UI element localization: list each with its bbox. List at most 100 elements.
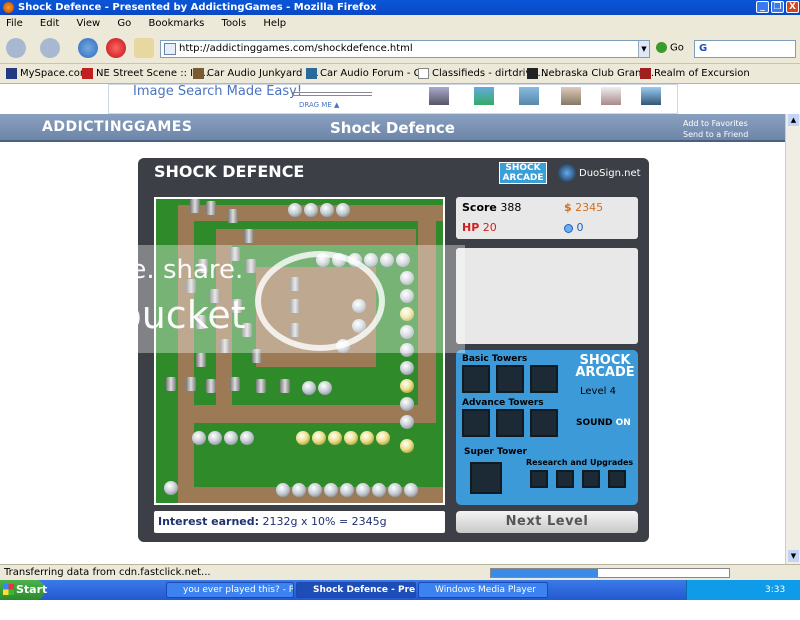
banner-slider[interactable] (292, 92, 372, 96)
addictinggames-logo[interactable]: ADDICTINGGAMES (42, 119, 192, 135)
game-title: SHOCK DEFENCE (154, 162, 305, 181)
bookmark-realm-of-excursion[interactable]: Realm of Excursion (640, 64, 750, 83)
orb-icon (564, 223, 573, 233)
forward-icon[interactable] (40, 38, 60, 58)
forum-icon (306, 67, 317, 79)
info-panel (456, 248, 638, 344)
thumbnail-image[interactable] (474, 87, 494, 105)
bolt-tower-button[interactable] (530, 365, 558, 393)
home-icon[interactable] (134, 38, 154, 58)
orb-count-display: 0 (564, 221, 584, 234)
realm-icon (640, 67, 651, 79)
vertical-scrollbar[interactable]: ▲ ▼ (785, 114, 800, 564)
start-button[interactable]: Start (0, 580, 47, 600)
banner-ad[interactable]: Image Search Made Easy! DRAG ME ▲ (108, 84, 678, 114)
sound-toggle[interactable]: SOUND ON (576, 418, 631, 428)
window-title-bar: Shock Defence - Presented by AddictingGa… (0, 0, 800, 15)
go-label: Go (670, 42, 684, 54)
ne-icon (82, 67, 93, 79)
level-display: Level 4 (580, 386, 616, 397)
menu-help[interactable]: Help (263, 18, 286, 29)
page-title: Shock Defence (330, 119, 455, 137)
url-text: http://addictinggames.com/shockdefence.h… (179, 43, 413, 54)
bookmark-myspace[interactable]: MySpace.com (6, 64, 90, 83)
myspace-icon (6, 67, 17, 79)
upgrade-slot-2[interactable] (556, 470, 574, 488)
menu-bookmarks[interactable]: Bookmarks (148, 18, 204, 29)
go-button[interactable]: Go (656, 42, 684, 54)
banner-text: Image Search Made Easy! (133, 84, 303, 99)
google-icon: G (699, 43, 708, 54)
back-icon[interactable] (6, 38, 26, 58)
super-tower-button[interactable] (470, 462, 502, 494)
clock: 3:33 AM (765, 585, 786, 615)
search-input[interactable]: G (694, 40, 796, 58)
minimize-button[interactable]: _ (756, 1, 769, 13)
bookmarks-toolbar: MySpace.com NE Street Scene :: In... Car… (0, 64, 800, 84)
money-display: $ 2345 (564, 201, 604, 214)
url-input[interactable]: http://addictinggames.com/shockdefence.h… (160, 40, 650, 58)
send-to-friend-link[interactable]: Send to a Friend (683, 130, 748, 139)
upgrade-slot-4[interactable] (608, 470, 626, 488)
basic-towers-label: Basic Towers (462, 354, 528, 364)
interest-display: Interest earned: 2132g x 10% = 2345g (154, 511, 445, 533)
menu-view[interactable]: View (76, 18, 100, 29)
thumbnail-image[interactable] (429, 87, 449, 105)
stop-icon[interactable] (106, 38, 126, 58)
bookmark-nebraska-club[interactable]: Nebraska Club Grand... (527, 64, 657, 83)
menu-file[interactable]: File (6, 18, 23, 29)
task-shock-defence[interactable]: Shock Defence - Pres... (296, 582, 416, 598)
maximize-button[interactable]: ❐ (771, 1, 784, 13)
eye-icon (558, 164, 576, 182)
thumbnail-image[interactable] (601, 87, 621, 105)
advance-towers-label: Advance Towers (462, 398, 544, 408)
task-forum[interactable]: you ever played this? - P... (166, 582, 294, 598)
lightning-tower-button[interactable] (530, 409, 558, 437)
system-tray: 3:33 AM (686, 580, 800, 615)
drag-me-label: DRAG ME ▲ (299, 101, 340, 109)
game-board[interactable] (154, 197, 445, 505)
stats-panel: Score 388 $ 2345 HP 20 0 (456, 197, 638, 239)
doc-icon (418, 67, 429, 79)
task-media-player[interactable]: Windows Media Player (418, 582, 548, 598)
car-icon (193, 67, 204, 79)
url-dropdown-icon[interactable]: ▼ (638, 41, 649, 57)
close-button[interactable]: X (786, 1, 799, 13)
reload-icon[interactable] (78, 38, 98, 58)
poison-tower-button[interactable] (462, 409, 490, 437)
upgrade-slot-3[interactable] (582, 470, 600, 488)
progress-fill (491, 569, 599, 577)
research-upgrades-label: Research and Upgrades (526, 458, 634, 467)
menu-bar: File Edit View Go Bookmarks Tools Help (0, 15, 800, 32)
thumbnail-image[interactable] (561, 87, 581, 105)
add-to-favorites-link[interactable]: Add to Favorites (683, 119, 748, 128)
club-icon (527, 67, 538, 79)
bookmark-car-audio-forum[interactable]: Car Audio Forum - C... (306, 64, 430, 83)
loading-progress (490, 568, 730, 578)
fire-tower-button[interactable] (496, 409, 524, 437)
taskbar: Start you ever played this? - P... Shock… (0, 580, 800, 615)
window-title: Shock Defence - Presented by AddictingGa… (18, 2, 377, 13)
upgrade-slot-1[interactable] (530, 470, 548, 488)
menu-go[interactable]: Go (117, 18, 131, 29)
duosign-logo[interactable]: DuoSign.net (558, 164, 641, 182)
scroll-up-icon[interactable]: ▲ (788, 114, 799, 126)
shock-arcade-panel-logo: SHOCK ARCADE (575, 353, 635, 380)
tower-panel: Basic Towers SHOCK ARCADE Level 4 Advanc… (456, 350, 638, 505)
menu-edit[interactable]: Edit (40, 18, 59, 29)
shock-arcade-logo[interactable]: SHOCK ARCADE (499, 162, 547, 184)
arrow-tower-button[interactable] (462, 365, 490, 393)
site-header: ADDICTINGGAMES Shock Defence Add to Favo… (0, 114, 800, 142)
orb-tower-button[interactable] (496, 365, 524, 393)
menu-tools[interactable]: Tools (222, 18, 247, 29)
page-icon (164, 43, 176, 55)
bookmark-ne-street-scene[interactable]: NE Street Scene :: In... (82, 64, 209, 83)
next-level-button[interactable]: Next Level (456, 511, 638, 533)
thumbnail-image[interactable] (641, 87, 661, 105)
bookmark-car-audio-junkyard[interactable]: Car Audio Junkyard -... (193, 64, 319, 83)
super-tower-label: Super Tower (464, 447, 527, 457)
scroll-down-icon[interactable]: ▼ (788, 550, 799, 562)
thumbnail-image[interactable] (519, 87, 539, 105)
game-container[interactable]: SHOCK DEFENCE SHOCK ARCADE DuoSign.net S… (138, 158, 649, 542)
hp-display: HP 20 (462, 221, 497, 234)
